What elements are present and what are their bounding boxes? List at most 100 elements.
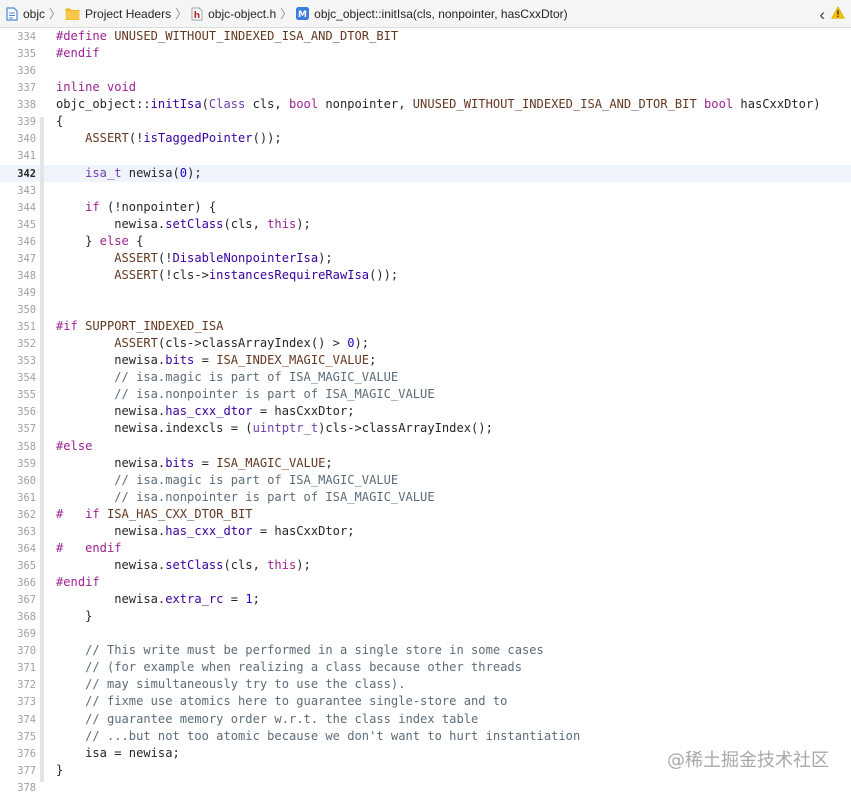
- line-number: 351: [17, 321, 36, 334]
- code-line[interactable]: 346 } else {: [0, 233, 851, 250]
- code-text: if (!nonpointer) {: [85, 199, 217, 214]
- code-line[interactable]: 360 // isa.magic is part of ISA_MAGIC_VA…: [0, 472, 851, 489]
- line-number: 346: [17, 235, 36, 248]
- code-text: newisa.setClass(cls, this);: [56, 216, 311, 231]
- header-file-icon: h: [191, 7, 203, 21]
- code-line[interactable]: 353 newisa.bits = ISA_INDEX_MAGIC_VALUE;: [0, 352, 851, 369]
- breadcrumb-objc[interactable]: objc: [6, 0, 45, 28]
- code-text: ASSERT(cls->classArrayIndex() > 0);: [114, 336, 370, 351]
- code-line[interactable]: 352 ASSERT(cls->classArrayIndex() > 0);: [0, 335, 851, 352]
- code-line[interactable]: 378: [0, 779, 851, 796]
- line-number: 373: [17, 696, 36, 709]
- code-line[interactable]: 339 {: [0, 113, 851, 130]
- code-text: newisa.bits = ISA_INDEX_MAGIC_VALUE;: [56, 353, 377, 368]
- code-text: // isa.nonpointer is part of ISA_MAGIC_V…: [114, 387, 435, 402]
- breadcrumb-label: objc_object::initIsa(cls, nonpointer, ha…: [314, 6, 568, 21]
- line-number: 367: [17, 594, 36, 607]
- line-number: 360: [17, 474, 36, 487]
- line-number: 364: [17, 542, 36, 555]
- code-line[interactable]: 365 newisa.setClass(cls, this);: [0, 557, 851, 574]
- code-text: // isa.nonpointer is part of ISA_MAGIC_V…: [114, 489, 435, 504]
- code-line[interactable]: 373 // fixme use atomics here to guarant…: [0, 693, 851, 710]
- code-text: newisa.bits = ISA_MAGIC_VALUE;: [56, 455, 333, 470]
- code-line[interactable]: 337 inline void: [0, 79, 851, 96]
- code-line[interactable]: 361 // isa.nonpointer is part of ISA_MAG…: [0, 489, 851, 506]
- code-line[interactable]: 348 ASSERT(!cls->instancesRequireRawIsa(…: [0, 267, 851, 284]
- code-line[interactable]: 370 // This write must be performed in a…: [0, 642, 851, 659]
- code-line[interactable]: 349: [0, 284, 851, 301]
- breadcrumb-project-headers[interactable]: Project Headers: [65, 0, 171, 28]
- svg-text:M: M: [298, 10, 307, 20]
- code-line[interactable]: 343: [0, 182, 851, 199]
- code-line[interactable]: 363 newisa.has_cxx_dtor = hasCxxDtor;: [0, 523, 851, 540]
- code-line[interactable]: 375 // ...but not too atomic because we …: [0, 728, 851, 745]
- line-number: 359: [17, 457, 36, 470]
- code-line[interactable]: 358 #else: [0, 438, 851, 455]
- warning-icon[interactable]: [831, 6, 845, 22]
- code-text: } else {: [56, 233, 144, 248]
- code-text: // ...but not too atomic because we don'…: [85, 728, 581, 743]
- line-number: 358: [17, 440, 36, 453]
- code-line[interactable]: 345 newisa.setClass(cls, this);: [0, 216, 851, 233]
- breadcrumb-label: Project Headers: [85, 6, 172, 21]
- code-text: newisa.setClass(cls, this);: [56, 557, 311, 572]
- line-number: 345: [17, 218, 36, 231]
- code-line[interactable]: 354 // isa.magic is part of ISA_MAGIC_VA…: [0, 369, 851, 386]
- chevron-right-icon: 〉: [280, 7, 293, 21]
- code-line[interactable]: 362 # if ISA_HAS_CXX_DTOR_BIT: [0, 506, 851, 523]
- code-line[interactable]: 335 #endif: [0, 45, 851, 62]
- code-line[interactable]: 357 newisa.indexcls = (uintptr_t)cls->cl…: [0, 420, 851, 437]
- line-number: 337: [17, 82, 36, 95]
- code-line[interactable]: 338 objc_object::initIsa(Class cls, bool …: [0, 96, 851, 113]
- code-line[interactable]: 340 ASSERT(!isTaggedPointer());: [0, 130, 851, 147]
- line-number: 356: [17, 406, 36, 419]
- line-number: 357: [17, 423, 36, 436]
- code-text: #endif: [56, 46, 100, 61]
- code-text: // isa.magic is part of ISA_MAGIC_VALUE: [114, 472, 399, 487]
- line-number: 361: [17, 491, 36, 504]
- code-line[interactable]: 359 newisa.bits = ISA_MAGIC_VALUE;: [0, 455, 851, 472]
- code-line[interactable]: 341: [0, 147, 851, 164]
- code-text: newisa.indexcls = (uintptr_t)cls->classA…: [56, 421, 493, 436]
- breadcrumb-init-isa-method[interactable]: M objc_object::initIsa(cls, nonpointer, …: [296, 0, 568, 28]
- code-line[interactable]: 366 #endif: [0, 574, 851, 591]
- code-text: #if SUPPORT_INDEXED_ISA: [56, 319, 224, 334]
- code-line[interactable]: 351 #if SUPPORT_INDEXED_ISA: [0, 318, 851, 335]
- code-line[interactable]: 356 newisa.has_cxx_dtor = hasCxxDtor;: [0, 403, 851, 420]
- code-text: // This write must be performed in a sin…: [85, 643, 544, 658]
- code-text: isa_t newisa(0);: [85, 165, 202, 180]
- chevron-left-icon[interactable]: ‹: [819, 6, 825, 23]
- code-text: #endif: [56, 575, 100, 589]
- code-line[interactable]: 367 newisa.extra_rc = 1;: [0, 591, 851, 608]
- code-folding-ribbon[interactable]: [40, 117, 44, 782]
- code-line[interactable]: 347 ASSERT(!DisableNonpointerIsa);: [0, 250, 851, 267]
- code-line[interactable]: 334 #define UNUSED_WITHOUT_INDEXED_ISA_AN…: [0, 28, 851, 45]
- code-line[interactable]: 368 }: [0, 608, 851, 625]
- code-text: # if ISA_HAS_CXX_DTOR_BIT: [56, 506, 253, 521]
- code-text: // may simultaneously try to use the cla…: [85, 677, 406, 692]
- code-line[interactable]: 371 // (for example when realizing a cla…: [0, 659, 851, 676]
- line-number: 363: [17, 525, 36, 538]
- code-line[interactable]: 364 # endif: [0, 540, 851, 557]
- code-line[interactable]: 374 // guarantee memory order w.r.t. the…: [0, 711, 851, 728]
- code-line[interactable]: 342 isa_t newisa(0);: [0, 164, 851, 182]
- source-editor[interactable]: 334 #define UNUSED_WITHOUT_INDEXED_ISA_AN…: [0, 28, 851, 796]
- breadcrumb-objc-object-h[interactable]: h objc-object.h: [191, 0, 276, 28]
- line-number: 350: [17, 304, 36, 316]
- code-text: // (for example when realizing a class b…: [85, 660, 522, 675]
- code-text: #define UNUSED_WITHOUT_INDEXED_ISA_AND_D…: [56, 29, 399, 43]
- line-number: 344: [17, 201, 36, 214]
- code-line[interactable]: 350: [0, 301, 851, 318]
- code-line[interactable]: 372 // may simultaneously try to use the…: [0, 676, 851, 693]
- chevron-right-icon: 〉: [49, 7, 62, 21]
- code-line[interactable]: 355 // isa.nonpointer is part of ISA_MAG…: [0, 386, 851, 403]
- line-number: 355: [17, 389, 36, 402]
- line-number: 375: [17, 730, 36, 743]
- code-line[interactable]: 336: [0, 62, 851, 79]
- code-line[interactable]: 344 if (!nonpointer) {: [0, 199, 851, 216]
- line-number: 377: [17, 764, 36, 777]
- code-text: }: [56, 609, 93, 624]
- line-number: 347: [17, 252, 36, 265]
- code-text: newisa.has_cxx_dtor = hasCxxDtor;: [56, 523, 355, 538]
- code-line[interactable]: 369: [0, 625, 851, 642]
